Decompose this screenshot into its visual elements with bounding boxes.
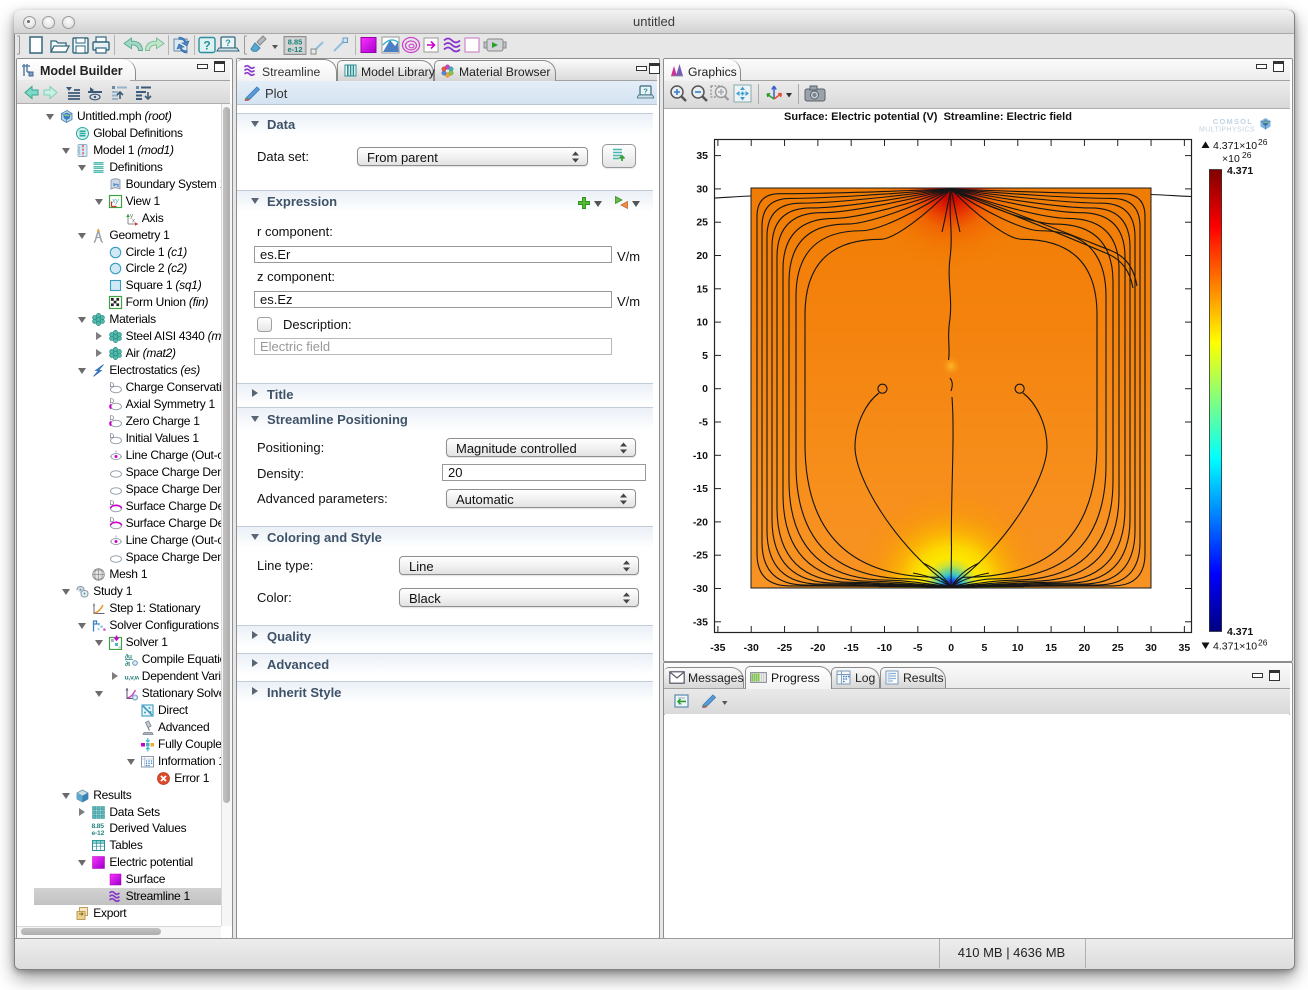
svg-text:26: 26 — [1242, 150, 1252, 160]
svg-text:-15: -15 — [844, 642, 859, 654]
svg-text:4.371: 4.371 — [1227, 165, 1253, 177]
svg-text:-25: -25 — [693, 550, 708, 562]
svg-text:Surface: Electric potential (V: Surface: Electric potential (V) Streamli… — [784, 111, 1072, 123]
svg-text:x: x — [132, 218, 135, 224]
svg-text:20: 20 — [696, 250, 708, 262]
svg-text:20: 20 — [1079, 642, 1091, 654]
svg-text:30: 30 — [1145, 642, 1157, 654]
svg-text:5: 5 — [982, 642, 988, 654]
svg-text:35: 35 — [696, 150, 708, 162]
svg-text:D: D — [109, 500, 114, 507]
svg-text:25: 25 — [1112, 642, 1124, 654]
svg-text:-20: -20 — [810, 642, 825, 654]
svg-text:D: D — [109, 517, 114, 524]
svg-text:×10: ×10 — [1222, 153, 1240, 165]
svg-text:-10: -10 — [877, 642, 892, 654]
svg-text:30: 30 — [696, 183, 708, 195]
svg-text:-30: -30 — [744, 642, 759, 654]
svg-text:8.85: 8.85 — [92, 823, 105, 830]
svg-text:35: 35 — [1179, 642, 1191, 654]
svg-text:-15: -15 — [693, 483, 708, 495]
svg-text:COMSOL: COMSOL — [1213, 117, 1253, 126]
svg-text:-35: -35 — [693, 616, 708, 628]
svg-text:e-12: e-12 — [92, 830, 105, 836]
svg-text:4.371×10: 4.371×10 — [1213, 641, 1257, 653]
svg-text:D: D — [109, 433, 114, 440]
svg-text:?: ? — [643, 87, 648, 96]
svg-text:4.371: 4.371 — [1227, 626, 1253, 638]
svg-text:u,v,w: u,v,w — [124, 674, 139, 681]
svg-text:?: ? — [225, 38, 231, 48]
svg-text:-35: -35 — [710, 642, 725, 654]
svg-text:D: D — [109, 398, 114, 405]
svg-text:10: 10 — [1012, 642, 1024, 654]
svg-text:D: D — [109, 382, 114, 389]
svg-text:15: 15 — [696, 283, 708, 295]
svg-text:15: 15 — [1045, 642, 1057, 654]
svg-text:-5: -5 — [913, 642, 922, 654]
svg-text:-30: -30 — [693, 583, 708, 595]
svg-text:?: ? — [203, 39, 210, 53]
svg-text:0: 0 — [948, 642, 954, 654]
svg-text:-10: -10 — [693, 450, 708, 462]
svg-text:26: 26 — [1258, 137, 1268, 147]
svg-text:∂t: ∂t — [125, 661, 131, 667]
svg-text:25: 25 — [696, 217, 708, 229]
svg-text:xy: xy — [111, 198, 119, 205]
svg-text:-20: -20 — [693, 516, 708, 528]
svg-text:-25: -25 — [777, 642, 792, 654]
svg-text:D: D — [109, 415, 114, 422]
svg-text:MULTIPHYSICS: MULTIPHYSICS — [1199, 127, 1255, 134]
svg-text:26: 26 — [1258, 638, 1268, 648]
svg-text:0: 0 — [702, 383, 708, 395]
svg-text:5: 5 — [702, 350, 708, 362]
svg-text:10: 10 — [696, 317, 708, 329]
svg-text:e-12: e-12 — [287, 45, 302, 54]
svg-text:-5: -5 — [699, 417, 708, 429]
